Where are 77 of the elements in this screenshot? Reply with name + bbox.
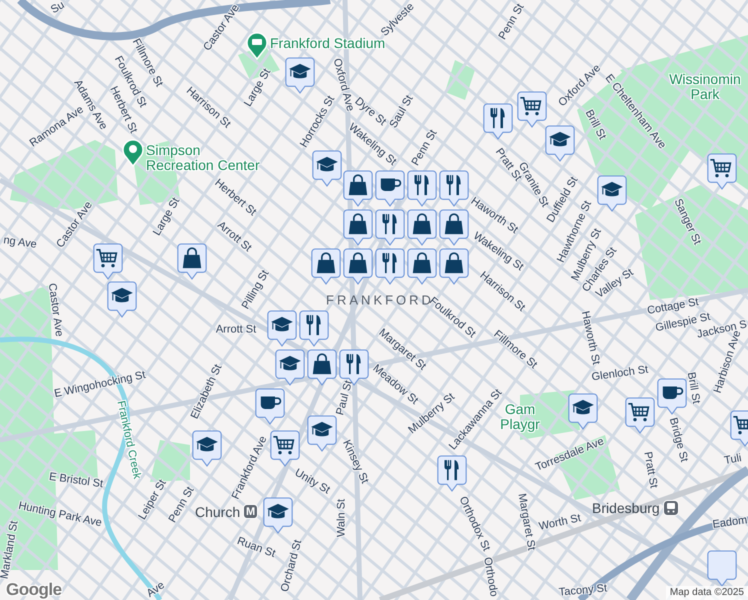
- map-logo: Google: [6, 581, 62, 598]
- fork-knife-marker[interactable]: [407, 170, 437, 207]
- street-label: Waln St: [336, 498, 348, 538]
- cart-marker[interactable]: [517, 91, 547, 128]
- place-label: Park: [690, 87, 720, 102]
- shopping-bag-marker[interactable]: [439, 209, 469, 246]
- school-marker[interactable]: [568, 393, 598, 430]
- place-label: Frankford Stadium: [270, 36, 386, 51]
- fork-knife-marker[interactable]: [483, 103, 513, 140]
- street-label: Bridge St: [666, 416, 690, 464]
- station-label: Church: [195, 504, 240, 518]
- street-label: Eadom: [712, 515, 748, 531]
- train-icon: [662, 500, 679, 516]
- shopping-bag-marker[interactable]: [343, 248, 373, 285]
- map-attribution: Map data ©2025: [666, 586, 748, 600]
- fork-knife-marker[interactable]: [375, 209, 405, 246]
- shopping-bag-marker[interactable]: [311, 248, 341, 285]
- school-marker[interactable]: [275, 349, 305, 386]
- street-label: Su: [49, 0, 67, 16]
- school-marker[interactable]: [312, 150, 342, 187]
- school-marker[interactable]: [285, 57, 315, 94]
- shopping-bag-marker[interactable]: [439, 248, 469, 285]
- street-label: Tacony St: [558, 583, 608, 599]
- place-label: Gam: [504, 402, 536, 417]
- place-label: Playgr: [500, 417, 540, 432]
- school-marker[interactable]: [545, 125, 575, 162]
- street-label: ng Ave: [2, 235, 38, 251]
- place-label: Simpson: [146, 143, 200, 158]
- fork-knife-marker[interactable]: [439, 170, 469, 207]
- cart-marker[interactable]: [625, 397, 655, 434]
- street-label: Pratt St: [641, 450, 659, 490]
- street-label: Castor Ave: [46, 282, 64, 338]
- school-marker[interactable]: [267, 310, 297, 347]
- street-label: Orchard St: [280, 538, 304, 594]
- street-label: Paul St: [335, 379, 355, 417]
- shopping-bag-marker[interactable]: [407, 209, 437, 246]
- metro-icon: M: [243, 504, 258, 519]
- street-label: Ave: [145, 580, 167, 600]
- cup-marker[interactable]: [375, 170, 405, 207]
- shopping-bag-marker[interactable]: [407, 248, 437, 285]
- street-label: Worth St: [538, 513, 582, 533]
- cup-marker[interactable]: [657, 378, 687, 415]
- place-label: Wissinomin: [669, 72, 741, 87]
- fork-knife-marker[interactable]: [299, 310, 329, 347]
- street-label: Ruan St: [235, 536, 277, 560]
- map-marker[interactable]: [707, 550, 737, 587]
- park-area: [445, 60, 475, 100]
- school-marker[interactable]: [597, 175, 627, 212]
- station-label: Bridesburg: [592, 501, 660, 515]
- stadium-icon: [246, 32, 268, 60]
- street-label: Haworth St: [578, 310, 602, 366]
- school-marker[interactable]: [192, 430, 222, 467]
- street-label: Orthodo: [481, 556, 499, 598]
- place-label: Recreation Center: [146, 158, 260, 173]
- shopping-bag-marker[interactable]: [177, 243, 207, 280]
- fork-knife-marker[interactable]: [437, 455, 467, 492]
- school-marker[interactable]: [307, 415, 337, 452]
- street-label: Glenloch St: [591, 364, 649, 384]
- school-marker[interactable]: [263, 497, 293, 534]
- place-pin-icon: [122, 139, 144, 167]
- shopping-bag-marker[interactable]: [343, 209, 373, 246]
- street-label: Margaret St: [516, 492, 536, 552]
- street-label: Brill St: [684, 371, 702, 405]
- fork-knife-marker[interactable]: [375, 248, 405, 285]
- cart-marker[interactable]: [707, 153, 737, 190]
- street-label: Cottage St: [646, 297, 700, 317]
- street-label: Arrott St: [216, 324, 256, 336]
- cart-marker[interactable]: [270, 430, 300, 467]
- street-label: E Bristol St: [48, 472, 104, 490]
- street-label: Tuli: [724, 453, 742, 467]
- school-marker[interactable]: [107, 281, 137, 318]
- shopping-bag-marker[interactable]: [307, 349, 337, 386]
- cup-marker[interactable]: [255, 388, 285, 425]
- street-label: Brill St: [582, 108, 608, 142]
- creek-label: Frankford Creek: [114, 400, 142, 480]
- shopping-bag-marker[interactable]: [343, 170, 373, 207]
- cart-marker[interactable]: [93, 243, 123, 280]
